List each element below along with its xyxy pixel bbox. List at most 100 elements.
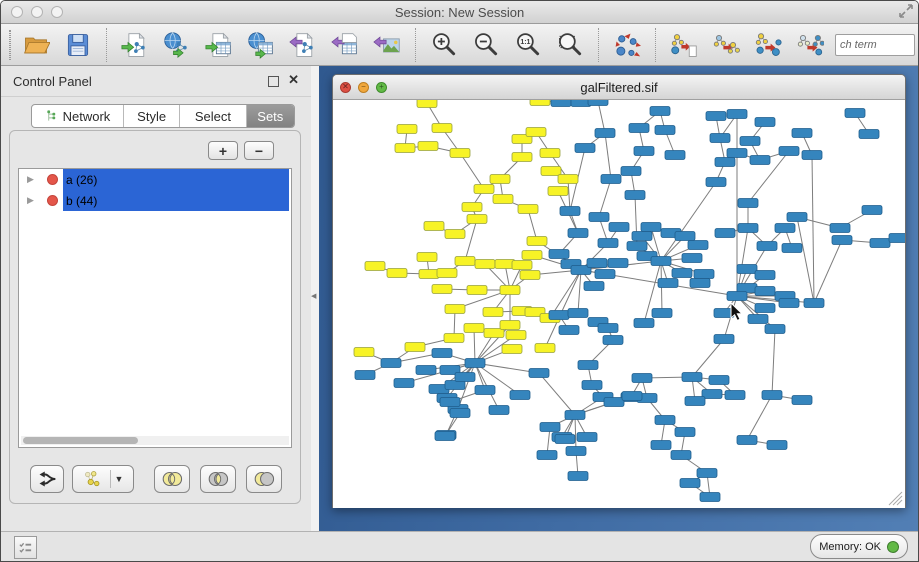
graph-node[interactable] (435, 432, 455, 441)
graph-node[interactable] (510, 391, 530, 400)
graph-node[interactable] (465, 359, 485, 368)
graph-node[interactable] (475, 260, 495, 269)
graph-node[interactable] (601, 175, 621, 184)
graph-node[interactable] (625, 191, 645, 200)
graph-node[interactable] (455, 373, 475, 382)
graph-node[interactable] (582, 381, 602, 390)
fullscreen-icon[interactable] (898, 3, 914, 19)
graph-node[interactable] (537, 451, 557, 460)
graph-node[interactable] (682, 254, 702, 263)
graph-node[interactable] (755, 304, 775, 313)
graph-node[interactable] (665, 151, 685, 160)
graph-node[interactable] (690, 279, 710, 288)
graph-node[interactable] (655, 416, 675, 425)
disclosure-triangle-icon[interactable]: ▶ (27, 174, 37, 185)
search-input[interactable] (835, 34, 915, 56)
task-history-button[interactable] (14, 536, 37, 559)
graph-node[interactable] (725, 391, 745, 400)
close-panel-icon[interactable]: ✕ (288, 73, 299, 86)
import-table-url-button[interactable] (245, 29, 277, 61)
graph-node[interactable] (727, 292, 747, 301)
graph-node[interactable] (555, 435, 575, 444)
graph-node[interactable] (755, 271, 775, 280)
export-image-button[interactable] (371, 29, 403, 61)
graph-node[interactable] (682, 373, 702, 382)
open-session-button[interactable] (20, 29, 52, 61)
graph-node[interactable] (587, 259, 607, 268)
graph-node[interactable] (738, 224, 758, 233)
graph-node[interactable] (710, 134, 730, 143)
graph-node[interactable] (381, 359, 401, 368)
graph-node[interactable] (444, 334, 464, 343)
split-sets-button[interactable] (30, 465, 64, 493)
zoom-actual-button[interactable]: 1:1 (512, 29, 544, 61)
graph-node[interactable] (450, 149, 470, 158)
graph-node[interactable] (627, 242, 647, 251)
graph-node[interactable] (575, 144, 595, 153)
set-list-item[interactable]: ▶a (26) (19, 169, 291, 190)
graph-node[interactable] (632, 374, 652, 383)
graph-node[interactable] (560, 207, 580, 216)
graph-node[interactable] (502, 345, 522, 354)
disclosure-triangle-icon[interactable]: ▶ (27, 195, 37, 206)
graph-node[interactable] (757, 242, 777, 251)
graph-node[interactable] (520, 271, 540, 280)
difference-sets-button[interactable] (246, 465, 282, 493)
graph-node[interactable] (755, 287, 775, 296)
tab-style[interactable]: Style (124, 105, 180, 127)
graph-node[interactable] (629, 124, 649, 133)
graph-node[interactable] (355, 371, 375, 380)
graph-node[interactable] (424, 222, 444, 231)
graph-node[interactable] (652, 309, 672, 318)
graph-node[interactable] (483, 308, 503, 317)
graph-node[interactable] (568, 309, 588, 318)
network-window[interactable]: ✕ − + galFiltered.sif (332, 74, 906, 508)
graph-node[interactable] (455, 257, 475, 266)
select-first-neighbors-button[interactable] (710, 29, 742, 61)
graph-node[interactable] (475, 386, 495, 395)
add-set-button[interactable]: + (208, 141, 238, 160)
graph-node[interactable] (568, 229, 588, 238)
graph-node[interactable] (416, 366, 436, 375)
graph-node[interactable] (727, 110, 747, 119)
graph-node[interactable] (685, 397, 705, 406)
graph-node[interactable] (675, 428, 695, 437)
graph-node[interactable] (559, 326, 579, 335)
graph-node[interactable] (493, 195, 513, 204)
graph-node[interactable] (714, 335, 734, 344)
graph-node[interactable] (655, 126, 675, 135)
intersect-sets-button[interactable] (200, 465, 236, 493)
network-window-titlebar[interactable]: ✕ − + galFiltered.sif (333, 75, 905, 100)
tab-select[interactable]: Select (180, 105, 246, 127)
graph-node[interactable] (706, 112, 726, 121)
graph-node[interactable] (792, 396, 812, 405)
deselect-all-nodes-button[interactable] (794, 29, 826, 61)
graph-node[interactable] (641, 223, 661, 232)
graph-node[interactable] (651, 257, 671, 266)
graph-node[interactable] (804, 299, 824, 308)
graph-node[interactable] (779, 299, 799, 308)
scrollbar-thumb[interactable] (23, 437, 138, 444)
graph-node[interactable] (709, 376, 729, 385)
set-list[interactable]: ▶a (26)▶b (44) (18, 168, 292, 448)
import-network-file-button[interactable] (119, 29, 151, 61)
graph-node[interactable] (622, 392, 642, 401)
graph-node[interactable] (697, 469, 717, 478)
graph-node[interactable] (782, 244, 802, 253)
create-set-from-network-button[interactable]: ▼ (72, 465, 134, 493)
zoom-fit-selected-button[interactable] (554, 29, 586, 61)
graph-node[interactable] (651, 441, 671, 450)
graph-node[interactable] (706, 178, 726, 187)
graph-node[interactable] (467, 286, 487, 295)
graph-node[interactable] (566, 447, 586, 456)
graph-node[interactable] (603, 336, 623, 345)
graph-node[interactable] (802, 151, 822, 160)
graph-node[interactable] (672, 269, 692, 278)
graph-node[interactable] (862, 206, 882, 215)
network-canvas[interactable] (333, 100, 905, 508)
export-network-button[interactable] (287, 29, 319, 61)
graph-node[interactable] (462, 203, 482, 212)
graph-node[interactable] (765, 325, 785, 334)
graph-node[interactable] (779, 147, 799, 156)
graph-node[interactable] (700, 493, 720, 502)
